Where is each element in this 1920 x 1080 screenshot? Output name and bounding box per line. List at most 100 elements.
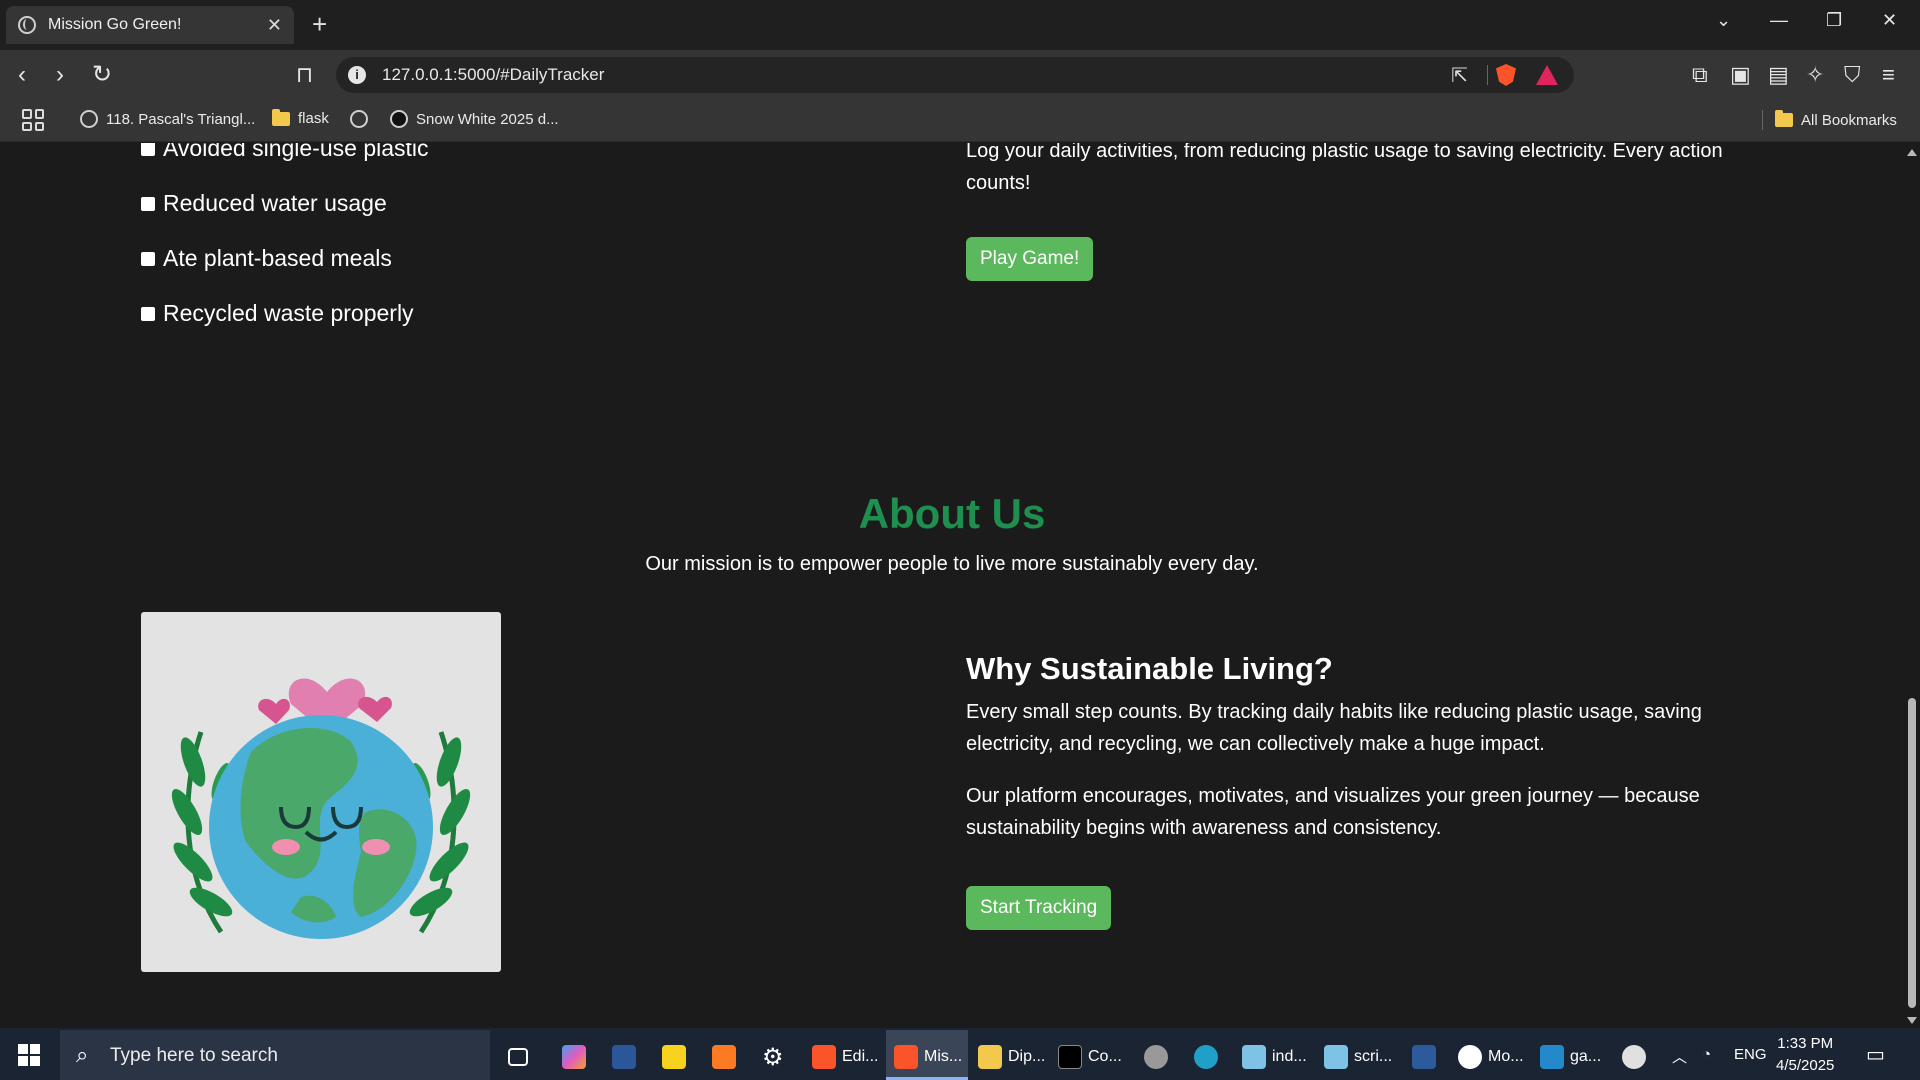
folder-icon [1775,110,1793,127]
language-indicator[interactable]: ENG [1734,1046,1767,1063]
url-text[interactable]: 127.0.0.1:5000/#DailyTracker [382,65,604,85]
about-title: About Us [858,490,1046,537]
windows-start-icon[interactable] [18,1044,40,1066]
site-info-icon[interactable]: i [348,66,366,84]
taskbar-vscode[interactable]: ga... [1540,1040,1601,1074]
forward-icon[interactable]: › [56,62,64,88]
start-tracking-button[interactable]: Start Tracking [966,886,1112,930]
bookmarks-divider [1762,110,1763,130]
taskbar-clock[interactable]: 1:33 PM 4/5/2025 [1776,1033,1834,1077]
word-icon[interactable] [612,1040,642,1074]
bookmark-snow-white[interactable]: Snow White 2025 d... [390,110,559,128]
taskbar-terminal[interactable]: Co... [1058,1040,1122,1074]
reload-icon[interactable]: ↻ [92,62,112,88]
taskbar-brave-mission[interactable]: Mis... [894,1040,962,1074]
checklist-item[interactable]: Avoided single-use plastic [141,143,429,176]
earth-illustration [141,612,501,972]
restore-icon[interactable]: ❐ [1826,10,1842,31]
globe-icon [18,16,36,34]
xampp-icon[interactable] [712,1040,742,1074]
task-view-icon[interactable] [508,1040,534,1074]
menu-icon[interactable]: ≡ [1882,62,1895,88]
taskbar-mongodb[interactable]: Mo... [1458,1040,1524,1074]
checklist-item[interactable]: Ate plant-based meals [141,231,429,286]
extensions-icon[interactable]: ⧉ [1692,62,1708,88]
bookmark-globe[interactable] [350,110,376,128]
all-bookmarks[interactable]: All Bookmarks [1762,110,1897,130]
close-tab-icon[interactable]: ✕ [267,15,282,36]
page-viewport: Avoided single-use plastic Reduced water… [0,143,1904,1028]
tab-search-chevron-icon[interactable]: ⌄ [1716,10,1731,31]
bookmark-label: Snow White 2025 d... [416,110,559,128]
checkbox[interactable] [141,196,155,211]
brave-rewards-icon[interactable] [1536,65,1558,85]
address-bar[interactable]: i 127.0.0.1:5000/#DailyTracker ⇱ [336,57,1574,93]
omnibox-divider [1487,65,1488,85]
taskbar-item-label: Edi... [842,1048,879,1065]
taskbar-item-label: Dip... [1008,1048,1046,1065]
checklist-item[interactable]: Reduced water usage [141,176,429,231]
leo-ai-icon[interactable]: ✧ [1806,62,1824,88]
all-bookmarks-label: All Bookmarks [1801,111,1897,129]
checklist-label: Reduced water usage [163,190,387,216]
bookmark-label: flask [298,110,329,127]
database-icon[interactable] [1144,1040,1174,1074]
taskbar-notepad-script[interactable]: scri... [1324,1040,1392,1074]
scrollbar-thumb[interactable] [1908,698,1916,1008]
bookmark-pascal[interactable]: 118. Pascal's Triangl... [80,110,255,128]
clock-time: 1:33 PM [1777,1035,1834,1052]
about-subtitle: Our mission is to empower people to live… [645,553,1259,575]
close-window-icon[interactable]: ✕ [1882,10,1897,31]
notepad-icon [1324,1045,1348,1069]
settings-gear-icon[interactable]: ⚙ [762,1040,784,1074]
play-game-button[interactable]: Play Game! [966,237,1094,281]
show-hidden-icons-chevron-icon[interactable]: ︿ [1672,1046,1687,1067]
taskbar-explorer[interactable]: Dip... [978,1040,1045,1074]
sticky-notes-icon[interactable] [662,1040,692,1074]
tab-title: Mission Go Green! [48,16,182,33]
folder-icon [272,108,290,126]
browser-tab-active[interactable]: Mission Go Green! ✕ [6,6,294,44]
copilot-icon[interactable] [562,1040,592,1074]
taskbar-notepad-index[interactable]: ind... [1242,1040,1307,1074]
checkbox[interactable] [141,143,155,156]
happy-earth-icon [171,678,471,939]
taskbar-brave-editor[interactable]: Edi... [812,1040,878,1074]
share-icon[interactable]: ⇱ [1451,63,1468,88]
globe-icon [80,110,98,128]
file-explorer-icon [978,1045,1002,1069]
wifi-icon[interactable]: ◔ [1702,1046,1711,1063]
taskbar-item-label: scri... [1354,1048,1393,1065]
bookmark-flask[interactable]: flask [272,108,329,127]
taskbar-item-label: Mis... [924,1048,963,1065]
checklist-label: Ate plant-based meals [163,245,392,271]
taskbar-item-label: Mo... [1488,1048,1524,1065]
why-paragraph-1: Every small step counts. By tracking dai… [966,701,1702,755]
minimize-icon[interactable]: — [1770,10,1788,31]
scroll-down-arrow-icon[interactable] [1907,1017,1917,1024]
wallet-icon[interactable]: ▤ [1768,62,1789,88]
new-tab-button[interactable]: + [312,10,327,38]
checklist-label: Recycled waste properly [163,300,414,326]
network-tool-icon[interactable] [1412,1040,1442,1074]
tracker-intro-text: Log your daily activities, from reducing… [966,143,1723,194]
checkbox[interactable] [141,251,155,266]
bookmark-icon[interactable]: ⊓ [296,62,313,88]
checkbox[interactable] [141,306,155,321]
back-icon[interactable]: ‹ [18,62,26,88]
sidebar-icon[interactable]: ▣ [1730,62,1751,88]
taskbar-search[interactable]: ⌕ Type here to search [60,1030,490,1080]
site-icon [390,110,408,128]
weather-icon[interactable] [1622,1040,1652,1074]
notifications-icon[interactable]: ▭ [1866,1042,1885,1067]
edge-icon[interactable] [1194,1040,1224,1074]
vpn-icon[interactable]: ⛉ [1844,62,1861,88]
checklist-item[interactable]: Recycled waste properly [141,286,429,341]
page-scrollbar[interactable] [1904,143,1920,1028]
apps-grid-icon[interactable] [22,109,44,131]
taskbar-item-label: ga... [1570,1048,1602,1065]
scroll-up-arrow-icon[interactable] [1907,149,1917,156]
taskbar-item-label: ind... [1272,1048,1307,1065]
brave-shields-icon[interactable] [1496,64,1516,86]
why-paragraph-2: Our platform encourages, motivates, and … [966,785,1700,839]
